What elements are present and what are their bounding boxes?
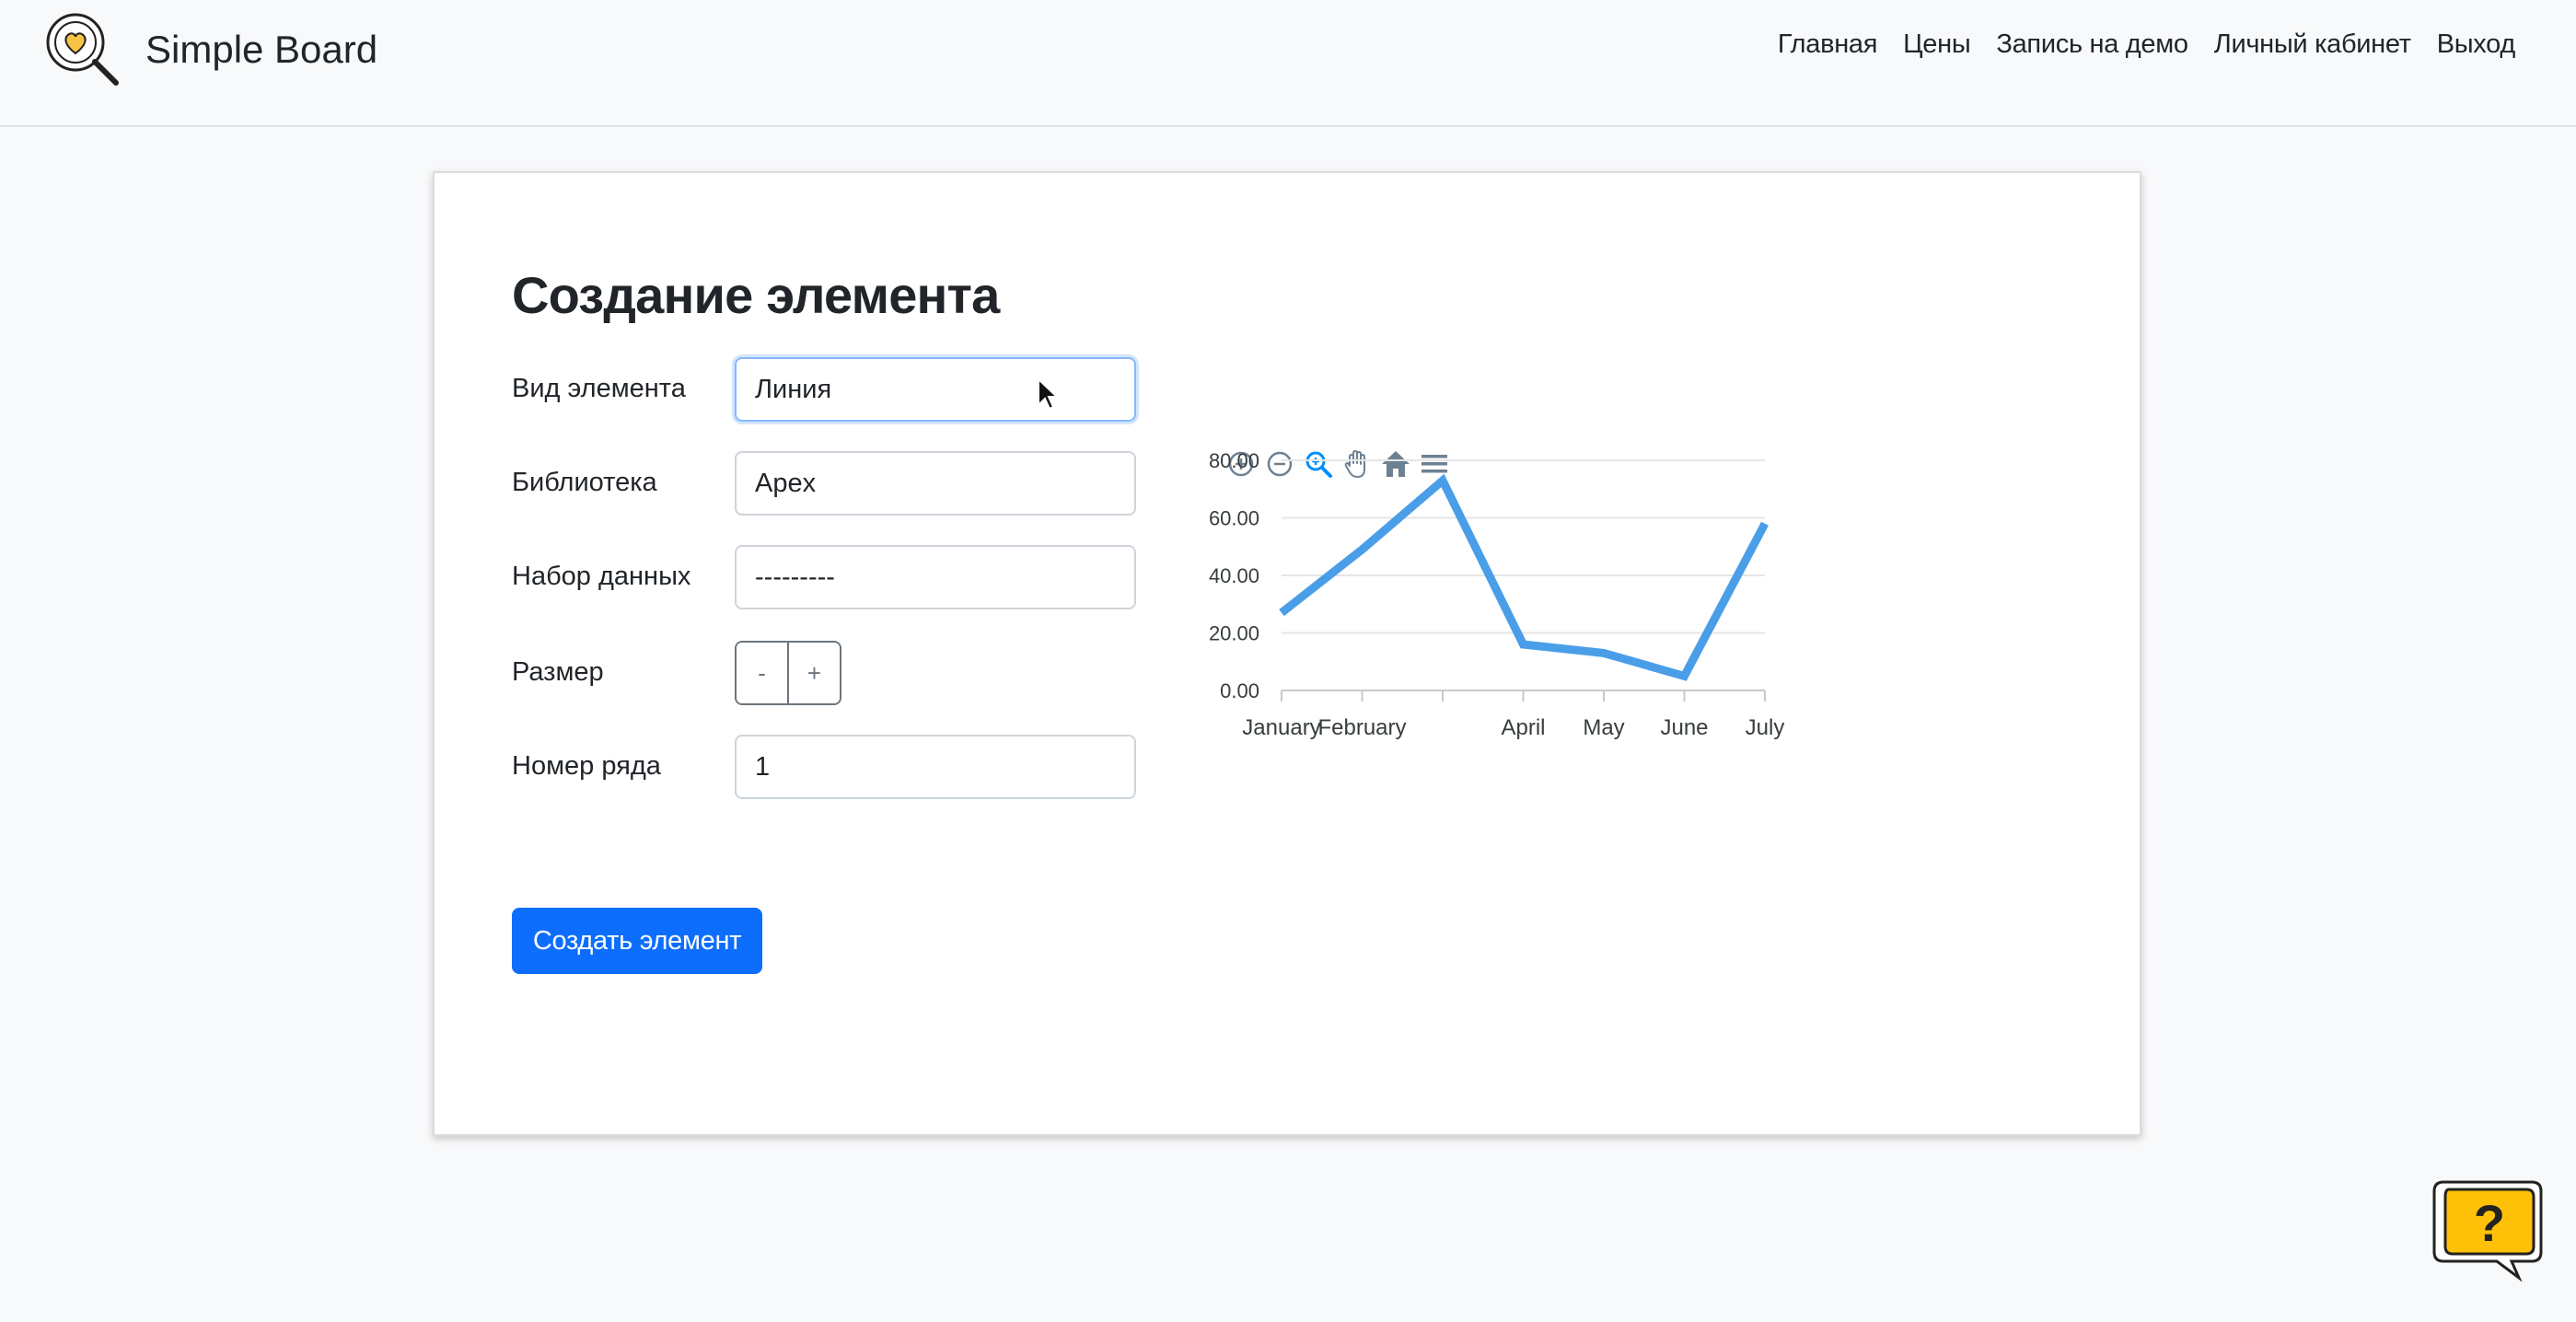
x-tick-label: January bbox=[1242, 715, 1320, 740]
series-line bbox=[1279, 473, 1769, 681]
y-tick-label: 0.00 bbox=[1220, 679, 1259, 702]
size-stepper: - + bbox=[735, 641, 841, 705]
row-number-label: Номер ряда bbox=[512, 751, 661, 781]
row-number-field[interactable] bbox=[735, 735, 1136, 799]
create-element-card: Создание элемента Вид элемента Библиотек… bbox=[433, 171, 2141, 1136]
heart-magnifier-logo-icon bbox=[46, 13, 119, 86]
x-tick-label: April bbox=[1501, 715, 1545, 740]
create-element-button[interactable]: Создать элемент bbox=[512, 908, 762, 974]
nav-link-demo[interactable]: Запись на демо bbox=[1996, 29, 2188, 60]
nav-links: Главная Цены Запись на демо Личный кабин… bbox=[1752, 29, 2515, 60]
x-tick-label: June bbox=[1660, 715, 1708, 740]
x-tick-label: May bbox=[1583, 715, 1624, 740]
size-decrement-button[interactable]: - bbox=[737, 643, 787, 703]
mouse-cursor-icon bbox=[1038, 377, 1059, 411]
y-tick-label: 20.00 bbox=[1209, 622, 1259, 645]
nav-link-logout[interactable]: Выход bbox=[2437, 29, 2516, 60]
brand-link[interactable]: Simple Board bbox=[44, 11, 377, 88]
nav-link-account[interactable]: Личный кабинет bbox=[2214, 29, 2411, 60]
chart-container: 0.00 20.00 40.00 60.00 80.00 January February A… bbox=[1195, 438, 1803, 862]
library-field[interactable] bbox=[735, 451, 1136, 516]
x-tick-label: July bbox=[1746, 715, 1785, 740]
element-type-label: Вид элемента bbox=[512, 374, 686, 403]
nav-link-home[interactable]: Главная bbox=[1778, 29, 1878, 60]
dataset-field[interactable] bbox=[735, 545, 1136, 609]
page-title: Создание элемента bbox=[512, 266, 1000, 324]
dataset-label: Набор данных bbox=[512, 562, 691, 591]
y-tick-label: 40.00 bbox=[1209, 564, 1259, 587]
x-tick-label: February bbox=[1317, 715, 1406, 740]
y-tick-label: 80.00 bbox=[1209, 449, 1259, 472]
library-label: Библиотека bbox=[512, 468, 657, 497]
brand-name: Simple Board bbox=[145, 28, 378, 71]
navbar: Simple Board Главная Цены Запись на демо… bbox=[0, 0, 2576, 127]
size-label: Размер bbox=[512, 657, 604, 687]
y-tick-label: 60.00 bbox=[1209, 507, 1259, 530]
element-type-field[interactable] bbox=[735, 357, 1136, 422]
size-increment-button[interactable]: + bbox=[787, 643, 840, 703]
help-glyph: ? bbox=[2474, 1194, 2505, 1252]
help-chat-icon[interactable]: ? bbox=[2431, 1178, 2545, 1281]
nav-link-prices[interactable]: Цены bbox=[1903, 29, 1971, 60]
line-chart: 0.00 20.00 40.00 60.00 80.00 JanuaryFebruary A… bbox=[1209, 449, 1785, 740]
